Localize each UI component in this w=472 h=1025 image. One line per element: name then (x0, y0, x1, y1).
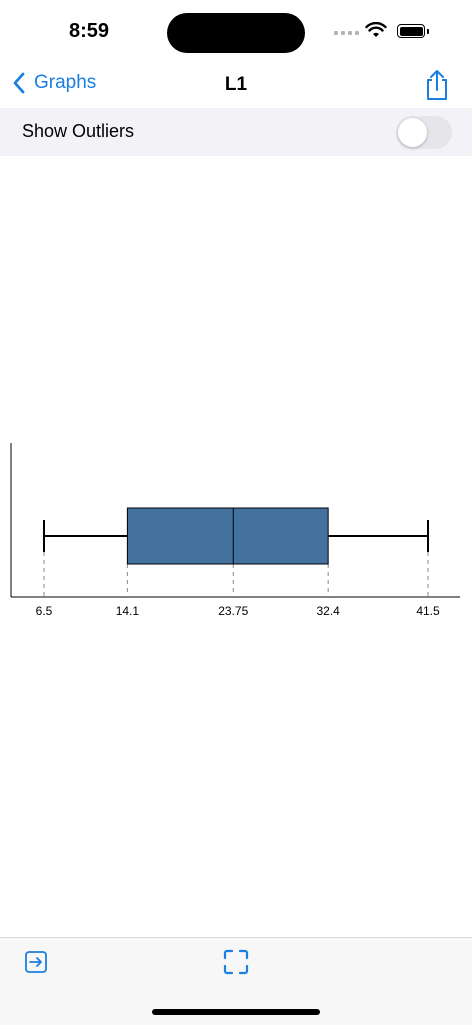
wifi-icon (365, 22, 387, 37)
cellular-signal-icon (334, 31, 359, 35)
status-time: 8:59 (68, 20, 110, 42)
tick-label-max: 41.5 (416, 604, 440, 618)
tick-label-q3: 32.4 (316, 604, 340, 618)
enter-arrow-icon[interactable] (24, 950, 48, 974)
back-button-label: Graphs (34, 72, 97, 93)
navigation-bar: L1 Graphs (0, 64, 472, 108)
status-bar: 8:59 (0, 0, 472, 64)
battery-cap (427, 29, 429, 34)
show-outliers-toggle[interactable] (396, 116, 452, 149)
box-plot-chart: 6.5 14.1 23.75 32.4 41.5 (10, 443, 460, 618)
tick-label-q1: 14.1 (116, 604, 140, 618)
dynamic-island (167, 13, 305, 53)
battery-icon (397, 24, 425, 38)
tick-label-median: 23.75 (218, 604, 248, 618)
fullscreen-icon[interactable] (223, 949, 249, 975)
chevron-left-icon (13, 72, 25, 94)
home-indicator (152, 1009, 320, 1015)
toggle-knob (398, 118, 427, 147)
back-button[interactable]: Graphs (12, 72, 96, 94)
tick-label-min: 6.5 (36, 604, 53, 618)
show-outliers-label: Show Outliers (22, 121, 135, 141)
interquartile-box (126, 507, 329, 565)
share-icon[interactable] (423, 68, 451, 102)
